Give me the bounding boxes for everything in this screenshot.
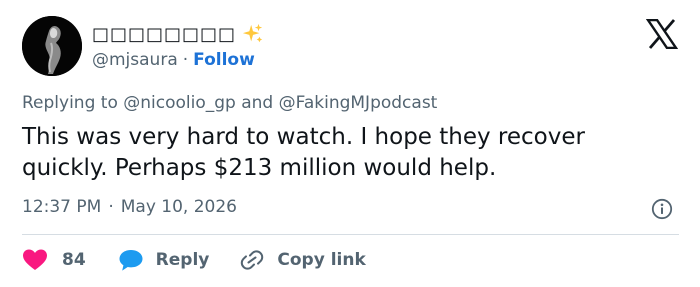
link-icon — [241, 250, 264, 270]
copy-link-label: Copy link — [277, 250, 366, 270]
avatar-image — [22, 16, 82, 76]
follow-button[interactable]: Follow — [193, 50, 255, 70]
like-button[interactable]: 84 — [22, 248, 86, 272]
tweet-time[interactable]: 12:37 PM — [22, 197, 101, 217]
author-name-row: □□□□□□□□ — [92, 20, 264, 48]
reply-mention-1[interactable]: @nicoolio_gp — [123, 93, 236, 113]
like-count: 84 — [62, 250, 86, 270]
info-icon[interactable] — [651, 198, 673, 220]
handle-separator: · — [182, 50, 189, 70]
tweet-text: This was very hard to watch. I hope they… — [22, 124, 585, 181]
heart-icon — [23, 249, 47, 270]
reply-button[interactable]: Reply — [118, 248, 210, 272]
x-logo-icon[interactable] — [646, 19, 678, 49]
tweet-actions-bar: 84 Reply Copy link — [22, 245, 366, 275]
actions-divider — [22, 234, 679, 235]
author-handle-row: @mjsaura · Follow — [92, 48, 255, 72]
display-name[interactable]: □□□□□□□□ — [92, 24, 236, 45]
sparkles-icon — [242, 23, 263, 43]
reply-mention-2[interactable]: @FakingMJpodcast — [279, 93, 438, 113]
author-handle[interactable]: @mjsaura — [92, 50, 178, 70]
timestamp-separator: · — [108, 197, 114, 217]
copy-link-button[interactable]: Copy link — [239, 248, 366, 272]
reply-connector: and — [241, 93, 274, 113]
speech-bubble-icon — [119, 250, 143, 271]
replying-to-line: Replying to @nicoolio_gp and @FakingMJpo… — [22, 93, 437, 113]
reply-label: Reply — [155, 250, 210, 270]
avatar[interactable] — [22, 16, 82, 76]
tweet-date[interactable]: May 10, 2026 — [121, 197, 237, 217]
tweet-timestamp[interactable]: 12:37 PM · May 10, 2026 — [22, 197, 237, 217]
replying-to-label: Replying to — [22, 93, 118, 113]
